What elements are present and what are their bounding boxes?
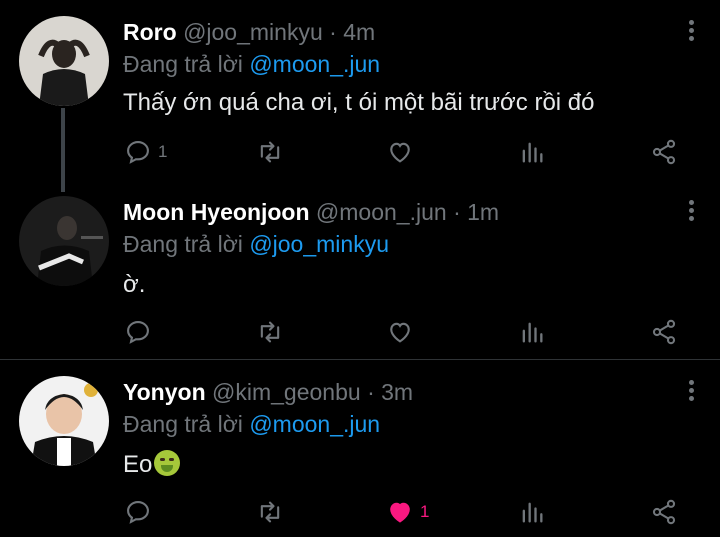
reply-icon bbox=[127, 321, 149, 344]
tweet-header: Moon Hyeonjoon @moon_.jun · 1m bbox=[123, 198, 499, 226]
retweet-icon bbox=[260, 501, 280, 523]
retweet-button[interactable] bbox=[256, 136, 284, 168]
views-icon bbox=[522, 322, 543, 343]
retweet-button[interactable] bbox=[256, 496, 284, 528]
reply-button[interactable] bbox=[124, 496, 158, 528]
avatar-yonyon[interactable] bbox=[19, 376, 109, 466]
views-icon bbox=[522, 502, 543, 523]
separator: · bbox=[329, 19, 337, 45]
tweet-text: Thấy ớn quá cha ơi, t ói một bãi trước r… bbox=[123, 89, 595, 116]
replying-to: Đang trả lời @moon_.jun bbox=[123, 410, 380, 438]
replying-to: Đang trả lời @joo_minkyu bbox=[123, 230, 389, 258]
share-button[interactable] bbox=[650, 496, 678, 528]
share-button[interactable] bbox=[650, 136, 678, 168]
replying-to: Đang trả lời @moon_.jun bbox=[123, 50, 380, 78]
display-name[interactable]: Yonyon bbox=[123, 379, 206, 405]
tweet-3[interactable]: Yonyon @kim_geonbu · 3m Đang trả lời @mo… bbox=[0, 360, 720, 537]
retweet-button[interactable] bbox=[256, 316, 284, 348]
tweet-1[interactable]: Roro @joo_minkyu · 4m Đang trả lời @moon… bbox=[0, 0, 720, 192]
views-button[interactable] bbox=[518, 316, 546, 348]
tweet-header: Roro @joo_minkyu · 4m bbox=[123, 18, 375, 46]
retweet-icon bbox=[260, 321, 280, 343]
share-icon bbox=[652, 319, 676, 345]
avatar-moon-hyeonjoon[interactable] bbox=[19, 196, 109, 286]
reply-button[interactable]: 1 bbox=[124, 136, 167, 168]
separator: · bbox=[367, 379, 375, 405]
like-icon bbox=[390, 142, 410, 163]
tweet-text-row: Eo bbox=[123, 450, 181, 480]
user-handle[interactable]: @moon_.jun bbox=[316, 199, 447, 225]
reply-icon bbox=[127, 501, 149, 524]
views-button[interactable] bbox=[518, 496, 546, 528]
more-icon[interactable] bbox=[688, 200, 694, 226]
timestamp[interactable]: 4m bbox=[343, 19, 375, 45]
action-bar: 1 bbox=[0, 136, 720, 168]
more-icon[interactable] bbox=[688, 380, 694, 406]
like-button[interactable]: 1 bbox=[386, 496, 429, 528]
action-bar: 1 bbox=[0, 496, 720, 528]
reply-mention[interactable]: @joo_minkyu bbox=[249, 231, 389, 257]
like-count: 1 bbox=[420, 502, 430, 521]
tweet-text: Eo bbox=[123, 451, 153, 478]
reply-prefix: Đang trả lời bbox=[123, 231, 243, 257]
share-button[interactable] bbox=[650, 316, 678, 348]
like-icon bbox=[390, 322, 410, 343]
reply-button[interactable] bbox=[124, 316, 158, 348]
timestamp[interactable]: 1m bbox=[467, 199, 499, 225]
tweet-2[interactable]: Moon Hyeonjoon @moon_.jun · 1m Đang trả … bbox=[0, 190, 720, 358]
display-name[interactable]: Roro bbox=[123, 19, 177, 45]
reply-mention[interactable]: @moon_.jun bbox=[249, 411, 380, 437]
user-handle[interactable]: @kim_geonbu bbox=[212, 379, 361, 405]
avatar-roro[interactable] bbox=[19, 16, 109, 106]
reply-mention[interactable]: @moon_.jun bbox=[249, 51, 380, 77]
separator: · bbox=[453, 199, 461, 225]
like-button[interactable] bbox=[386, 136, 420, 168]
like-button[interactable] bbox=[386, 316, 420, 348]
user-handle[interactable]: @joo_minkyu bbox=[183, 19, 323, 45]
action-bar bbox=[0, 316, 720, 348]
views-icon bbox=[522, 142, 543, 163]
share-icon bbox=[652, 139, 676, 165]
share-icon bbox=[652, 499, 676, 525]
tweet-text: ờ. bbox=[123, 271, 146, 298]
reply-prefix: Đang trả lời bbox=[123, 411, 243, 437]
retweet-icon bbox=[260, 141, 280, 163]
tweet-header: Yonyon @kim_geonbu · 3m bbox=[123, 378, 413, 406]
views-button[interactable] bbox=[518, 136, 546, 168]
nauseated-face-icon bbox=[154, 450, 181, 476]
reply-icon bbox=[127, 141, 149, 164]
like-icon bbox=[390, 502, 410, 523]
more-icon[interactable] bbox=[688, 20, 694, 46]
display-name[interactable]: Moon Hyeonjoon bbox=[123, 199, 310, 225]
reply-count: 1 bbox=[158, 142, 168, 161]
reply-prefix: Đang trả lời bbox=[123, 51, 243, 77]
timestamp[interactable]: 3m bbox=[381, 379, 413, 405]
